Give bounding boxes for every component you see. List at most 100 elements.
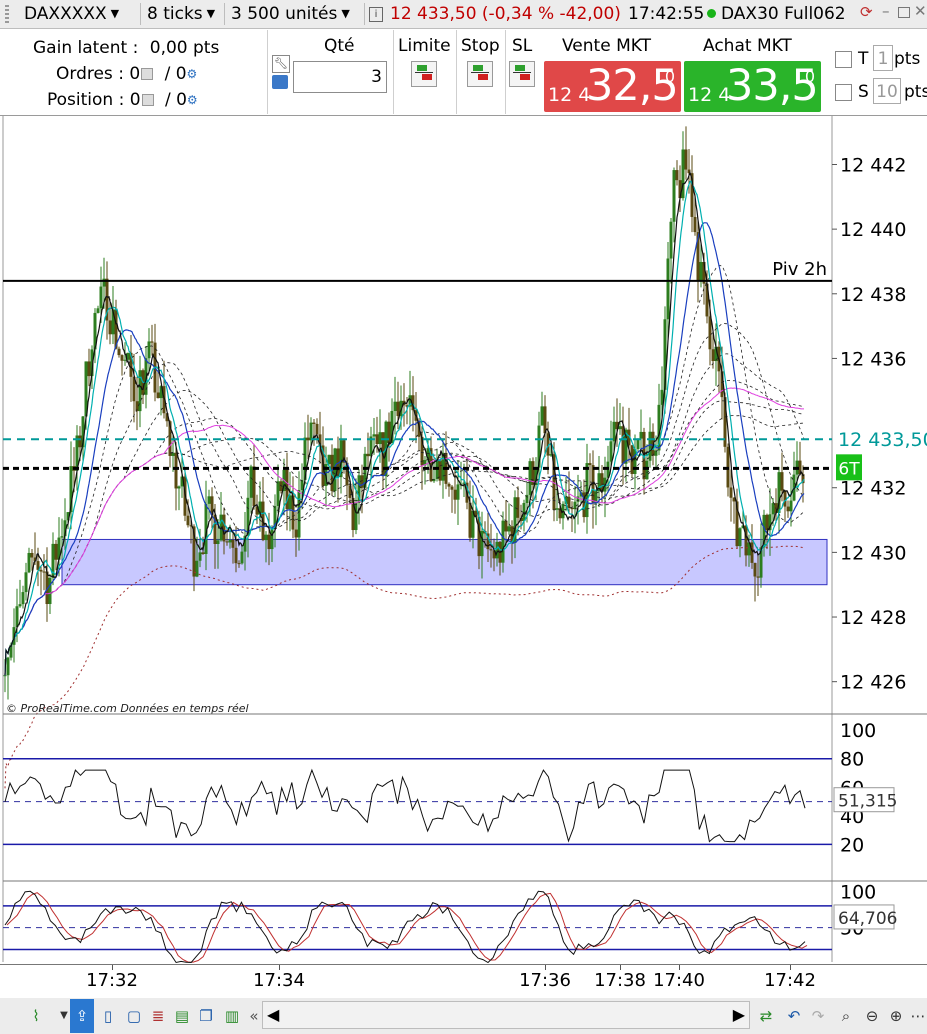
quantity-input[interactable]: 3 xyxy=(293,61,387,93)
buy-mkt-label: Achat MKT xyxy=(703,36,792,56)
sell-market-button[interactable]: 12 4 32,5 0 xyxy=(544,61,681,112)
sync-icon[interactable]: ⇄ xyxy=(756,1006,776,1026)
chart-type-icon[interactable]: ⌇ xyxy=(26,1006,46,1026)
refresh-icon[interactable]: ⟳ xyxy=(860,3,873,21)
more-icon[interactable]: ⋯ xyxy=(908,1006,927,1026)
keypad-icon[interactable] xyxy=(272,75,288,89)
buy-price-prefix: 12 4 xyxy=(688,84,731,106)
zoom-out-icon[interactable]: ⊖ xyxy=(862,1006,882,1026)
zoom-in-icon[interactable]: ⊕ xyxy=(886,1006,906,1026)
stochastic-value-label: 64,706 xyxy=(838,909,897,929)
redo-icon[interactable]: ↷ xyxy=(808,1006,828,1026)
candle xyxy=(306,437,310,441)
candle xyxy=(96,308,100,313)
candle xyxy=(54,543,58,560)
candle xyxy=(621,426,625,464)
chevron-down-icon: ▼ xyxy=(341,7,350,20)
candle xyxy=(366,453,370,457)
candle xyxy=(783,490,787,507)
position-label: Position : 0 xyxy=(47,90,141,110)
candle xyxy=(174,452,178,489)
candle xyxy=(99,286,103,309)
comment-icon[interactable]: ▢ xyxy=(124,1006,144,1026)
candle xyxy=(786,506,790,512)
stop-checkbox[interactable] xyxy=(835,84,852,101)
gear-icon[interactable]: ⚙ xyxy=(187,67,198,81)
candle xyxy=(618,426,622,430)
limit-order-button[interactable] xyxy=(411,61,437,87)
minimize-icon[interactable]: – xyxy=(882,2,890,20)
buy-market-button[interactable]: 12 4 33,5 0 xyxy=(684,61,821,112)
wrench-icon[interactable]: 🔧︎ xyxy=(272,55,290,73)
price-chart[interactable]: Piv 2h 12 442 12 440 12 438 12 436 12 432 12 4… xyxy=(0,116,927,964)
candle xyxy=(228,539,232,543)
scroll-left-icon[interactable]: ◀ xyxy=(267,1005,279,1024)
top-toolbar: DAXXXXX ▼ 8 ticks ▼ 3 500 unités ▼ i 12 433… xyxy=(0,0,927,29)
price-tick-label: 12 430 xyxy=(840,542,906,564)
candle xyxy=(195,560,199,577)
candle xyxy=(270,528,274,550)
price-pane[interactable]: Piv 2h 12 442 12 440 12 438 12 436 12 432 12 4… xyxy=(2,116,927,962)
zoom-select-icon[interactable]: ⌕ xyxy=(836,1006,856,1026)
orders-value: / 0 xyxy=(164,64,187,84)
windows-icon[interactable]: ❐ xyxy=(196,1006,216,1026)
scroll-right-icon[interactable]: ▶ xyxy=(733,1005,745,1024)
candle xyxy=(294,529,298,538)
t-value-input[interactable]: 1 xyxy=(873,45,893,71)
candle xyxy=(177,486,181,489)
oscillator-pane[interactable]: 1008060402051,315 xyxy=(3,720,927,882)
candle xyxy=(672,170,676,222)
ticks-select[interactable]: 8 ticks ▼ xyxy=(143,2,215,26)
oscillator-value-label: 51,315 xyxy=(838,792,897,812)
layout-icon[interactable]: ▯ xyxy=(98,1006,118,1026)
candle xyxy=(528,461,532,495)
candle xyxy=(3,675,7,677)
undo-icon[interactable]: ↶ xyxy=(784,1006,804,1026)
gear-icon[interactable]: ⚙ xyxy=(187,93,198,107)
indicators-icon[interactable]: ▤ xyxy=(172,1006,192,1026)
maximize-icon[interactable] xyxy=(898,7,910,18)
candle xyxy=(456,484,460,500)
instrument-select[interactable]: DAXXXXX ▼ xyxy=(20,2,119,26)
list-icon[interactable]: ≣ xyxy=(148,1006,168,1026)
candle xyxy=(21,592,25,605)
trailing-checkbox[interactable] xyxy=(835,51,852,68)
share-icon[interactable]: ⇪ xyxy=(70,999,94,1033)
sell-mkt-label: Vente MKT xyxy=(562,36,651,56)
info-icon[interactable]: i xyxy=(369,7,383,22)
t-label: T xyxy=(858,49,869,69)
stop-order-button[interactable] xyxy=(467,61,493,87)
units-select[interactable]: 3 500 unités ▼ xyxy=(227,2,350,26)
candle xyxy=(504,520,508,532)
horizontal-scrollbar[interactable]: ◀ ▶ xyxy=(262,1001,750,1029)
clock: 17:42:55 xyxy=(628,4,705,24)
stochastic-line xyxy=(4,890,806,964)
position-list-icon[interactable] xyxy=(141,94,154,106)
candle xyxy=(123,359,127,361)
s-value-input[interactable]: 10 xyxy=(873,78,901,104)
candle xyxy=(375,434,379,445)
candle xyxy=(555,508,559,510)
trash-icon[interactable]: ▥ xyxy=(222,1006,242,1026)
close-icon[interactable]: ✕ xyxy=(914,2,927,20)
orders-list-icon[interactable] xyxy=(141,68,154,80)
toolbar-grip-icon xyxy=(5,5,9,23)
time-axis: 17:32 17:34 17:36 17:38 17:40 17:42 xyxy=(0,964,927,998)
candle xyxy=(198,552,202,561)
candle xyxy=(753,562,757,577)
buy-price-fraction: 0 xyxy=(804,67,815,86)
stochastic-pane[interactable]: 1005064,706 xyxy=(3,881,897,964)
candle xyxy=(645,460,649,480)
candle xyxy=(711,349,715,362)
stop-loss-button[interactable] xyxy=(509,61,535,87)
candle xyxy=(6,657,10,676)
current-price-label: 12 433,50 xyxy=(838,429,927,451)
candle xyxy=(450,486,454,490)
candle xyxy=(267,534,271,550)
candle xyxy=(27,552,31,573)
candle xyxy=(87,361,91,377)
toolbar-divider xyxy=(364,3,365,25)
collapse-icon[interactable]: « xyxy=(244,1006,264,1026)
candle xyxy=(648,431,652,461)
toolbar-divider xyxy=(140,3,141,25)
